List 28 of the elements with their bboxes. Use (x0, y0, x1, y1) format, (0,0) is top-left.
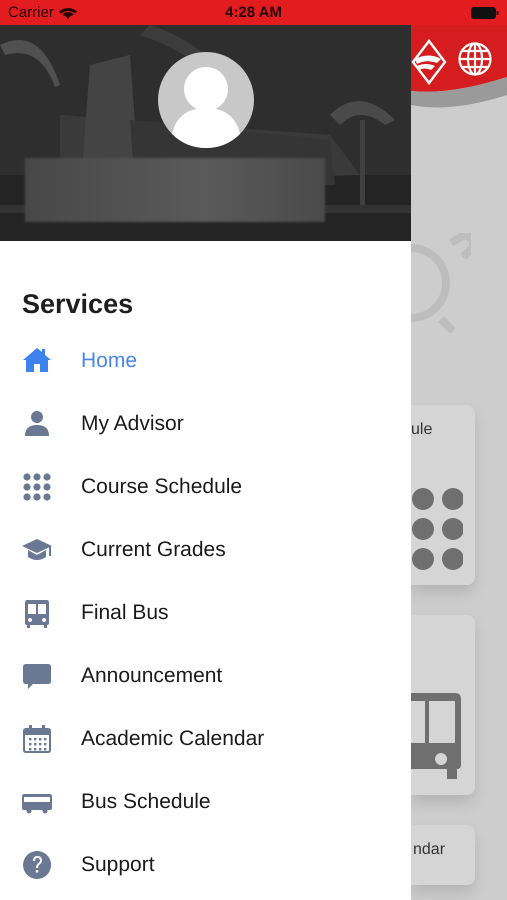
bus-icon (411, 693, 463, 781)
calendar-icon (21, 722, 53, 754)
status-time: 4:28 AM (225, 4, 282, 21)
dots-grid-icon (411, 487, 463, 571)
alarm-clock-icon (411, 233, 471, 333)
menu-item[interactable]: Final Bus (0, 581, 411, 644)
avatar-icon (158, 52, 254, 148)
menu-item[interactable]: Current Grades (0, 518, 411, 581)
battery-icon (471, 6, 499, 18)
service-card[interactable] (411, 615, 475, 795)
menu-item[interactable]: My Advisor (0, 392, 411, 455)
menu-item[interactable]: Academic Calendar (0, 707, 411, 770)
menu-item[interactable]: Course Schedule (0, 455, 411, 518)
grid-icon (21, 470, 53, 502)
service-card[interactable]: ule (411, 405, 475, 585)
menu-item[interactable]: Support (0, 833, 411, 896)
wifi-icon (58, 6, 77, 19)
help-icon (21, 848, 53, 880)
service-card[interactable]: ndar (411, 825, 475, 885)
card-label: ndar (413, 841, 446, 859)
globe-icon[interactable] (457, 41, 493, 77)
menu-item[interactable]: Home (0, 329, 411, 392)
logo-icon (411, 39, 447, 85)
carrier-name: Carrier (8, 4, 54, 21)
card-label: ule (411, 421, 434, 439)
menu-item[interactable]: Bus Schedule (0, 770, 411, 833)
menu-item[interactable]: Announcement (0, 644, 411, 707)
section-title: Services (21, 288, 134, 321)
